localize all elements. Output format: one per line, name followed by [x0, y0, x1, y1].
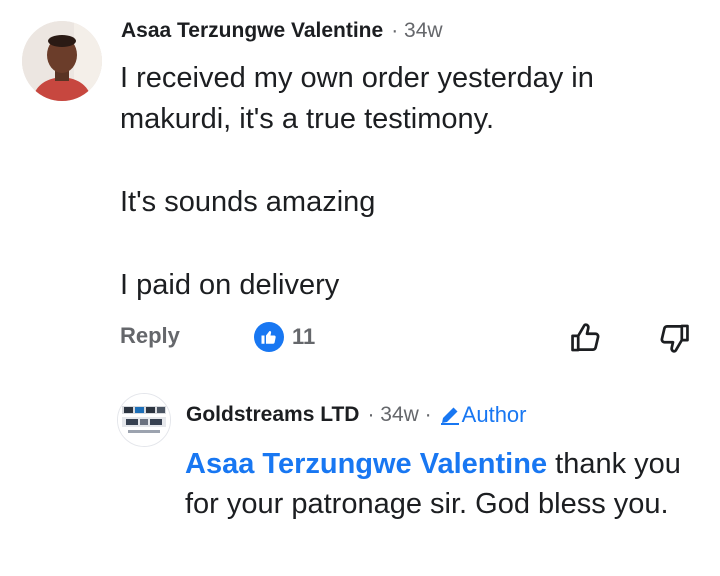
thumbs-up-button[interactable]	[566, 318, 606, 358]
comment-body: I received my own order yesterday in mak…	[120, 58, 700, 306]
comment-paragraph-3: I paid on delivery	[120, 269, 340, 301]
commenter-photo	[22, 21, 102, 101]
reply-body: Asaa Terzungwe Valentine thank you for y…	[185, 444, 705, 524]
comment-timestamp[interactable]: · 34w	[391, 19, 442, 43]
comment-author-name[interactable]: Asaa Terzungwe Valentine	[121, 19, 383, 43]
reaction-count: 11	[292, 324, 316, 349]
comment-paragraph-1: I received my own order yesterday in mak…	[120, 62, 594, 135]
reply-author-name[interactable]: Goldstreams LTD	[186, 403, 359, 427]
mention-link[interactable]: Asaa Terzungwe Valentine	[185, 448, 547, 480]
like-icon	[254, 322, 284, 352]
commenter-avatar[interactable]	[22, 21, 102, 101]
reply-timestamp[interactable]: · 34w ·	[367, 403, 431, 427]
goldstreams-logo	[118, 394, 170, 446]
page-avatar[interactable]	[117, 393, 171, 447]
reply-header: Goldstreams LTD · 34w · Author	[186, 402, 527, 428]
author-badge: Author	[438, 402, 527, 428]
author-badge-label: Author	[461, 402, 527, 427]
reaction-summary[interactable]: 11	[254, 322, 315, 352]
thumbs-down-button[interactable]	[654, 318, 694, 358]
pencil-icon	[440, 407, 459, 425]
comment-header: Asaa Terzungwe Valentine · 34w	[121, 19, 443, 45]
thumbs-down-icon	[660, 324, 689, 353]
comment-paragraph-2: It's sounds amazing	[120, 186, 376, 218]
thumbs-up-icon	[571, 323, 600, 352]
reply-button[interactable]: Reply	[120, 323, 180, 349]
